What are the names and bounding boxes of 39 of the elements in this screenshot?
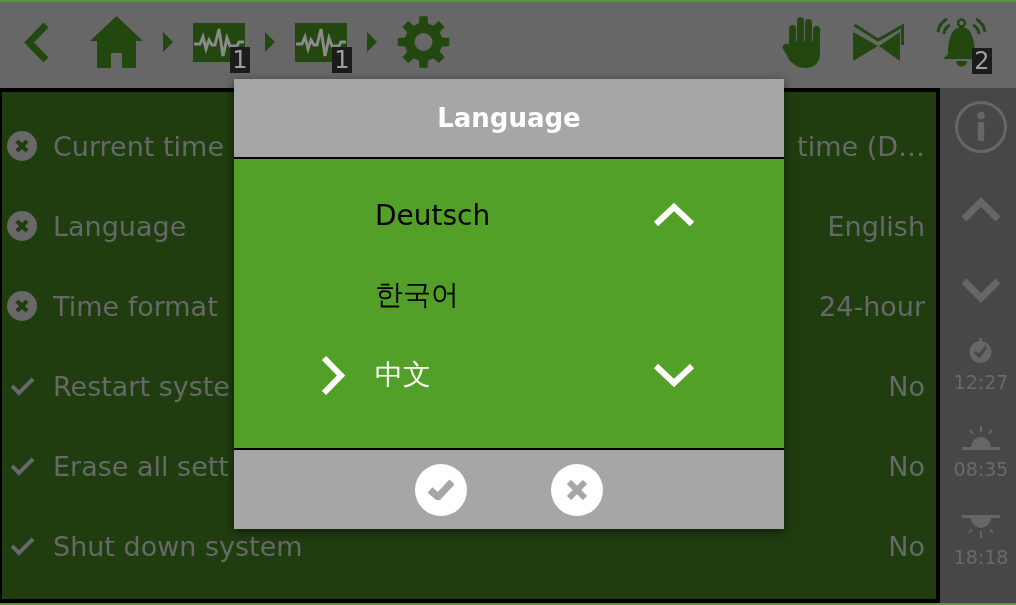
hand-icon[interactable] bbox=[780, 16, 822, 68]
language-option[interactable]: Deutsch bbox=[375, 198, 491, 232]
chevron-right-icon bbox=[320, 354, 345, 396]
caret-right-icon bbox=[265, 32, 275, 52]
chevron-down-icon[interactable] bbox=[960, 277, 1002, 303]
setting-label: Restart syste bbox=[53, 370, 230, 402]
setting-value: 24-hour bbox=[819, 290, 925, 322]
valve-icon[interactable] bbox=[853, 23, 904, 61]
confirm-button[interactable] bbox=[415, 463, 467, 516]
back-icon[interactable] bbox=[24, 21, 50, 63]
check-icon bbox=[428, 479, 454, 500]
caret-right-icon bbox=[367, 32, 377, 52]
setting-label: Current time bbox=[53, 130, 224, 162]
sunrise-icon bbox=[962, 426, 1000, 451]
setting-label: Erase all sett bbox=[53, 450, 229, 482]
setting-label: Shut down system bbox=[53, 530, 303, 562]
count-badge: 2 bbox=[972, 48, 992, 74]
caret-right-icon bbox=[163, 32, 173, 52]
info-icon[interactable] bbox=[955, 101, 1007, 153]
count-badge: 1 bbox=[230, 46, 250, 73]
setting-value: time (D… bbox=[797, 130, 925, 162]
setting-value: No bbox=[888, 530, 925, 562]
clock-check-icon bbox=[969, 338, 993, 363]
setting-label: Language bbox=[53, 210, 187, 242]
count-badge: 1 bbox=[332, 46, 352, 73]
chevron-up-icon[interactable] bbox=[960, 197, 1002, 223]
setting-value: English bbox=[827, 210, 925, 242]
gear-icon[interactable] bbox=[397, 16, 450, 68]
setting-label: Time format bbox=[53, 290, 218, 322]
setting-value: No bbox=[888, 450, 925, 482]
setting-value: No bbox=[888, 370, 925, 402]
home-icon[interactable] bbox=[90, 16, 143, 68]
cancel-button[interactable] bbox=[551, 463, 603, 516]
language-option[interactable]: 한국어 bbox=[375, 276, 459, 314]
close-icon bbox=[567, 479, 587, 500]
bell-icon[interactable] bbox=[935, 16, 988, 68]
language-option[interactable]: 中文 bbox=[375, 356, 431, 394]
dialog-title: Language bbox=[437, 103, 581, 133]
sunset-icon bbox=[962, 514, 1000, 538]
